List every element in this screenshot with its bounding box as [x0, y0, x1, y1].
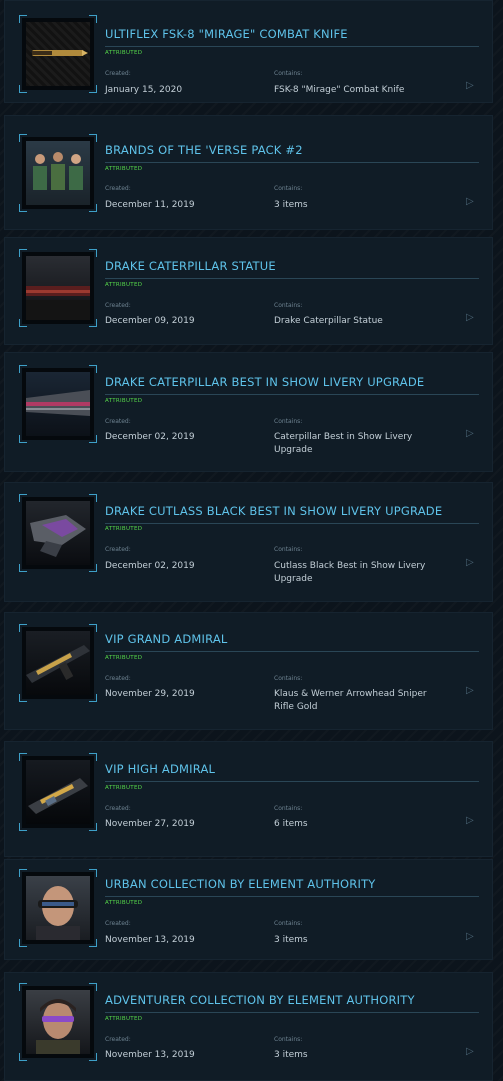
- item-thumbnail: [19, 365, 97, 443]
- expand-arrow-icon[interactable]: ▷: [466, 557, 474, 568]
- pledge-item[interactable]: ADVENTURER COLLECTION BY ELEMENT AUTHORI…: [4, 972, 493, 1081]
- created-label: Created:: [105, 675, 131, 682]
- ship-image: [30, 515, 86, 557]
- status-badge: ATTRIBUTED: [105, 50, 143, 56]
- expand-arrow-icon[interactable]: ▷: [466, 196, 474, 207]
- expand-arrow-icon[interactable]: ▷: [466, 312, 474, 323]
- item-thumbnail: [19, 134, 97, 212]
- created-label: Created:: [105, 546, 131, 553]
- item-title[interactable]: VIP HIGH ADMIRAL: [105, 762, 479, 782]
- created-label: Created:: [105, 805, 131, 812]
- expand-arrow-icon[interactable]: ▷: [466, 80, 474, 91]
- item-title[interactable]: BRANDS OF THE 'VERSE PACK #2: [105, 143, 479, 163]
- created-date: November 27, 2019: [105, 819, 195, 829]
- weapon-image: [28, 778, 88, 814]
- contains-label: Contains:: [274, 418, 303, 425]
- created-label: Created:: [105, 920, 131, 927]
- status-badge: ATTRIBUTED: [105, 785, 143, 791]
- statue-image: [26, 286, 90, 320]
- expand-arrow-icon[interactable]: ▷: [466, 428, 474, 439]
- knife-image: [32, 50, 88, 56]
- contains-value: 3 items: [274, 200, 308, 210]
- created-date: January 15, 2020: [105, 85, 183, 95]
- contains-label: Contains:: [274, 805, 303, 812]
- status-badge: ATTRIBUTED: [105, 655, 143, 661]
- status-badge: ATTRIBUTED: [105, 526, 143, 532]
- status-badge: ATTRIBUTED: [105, 398, 143, 404]
- pledge-item[interactable]: URBAN COLLECTION BY ELEMENT AUTHORITY AT…: [4, 859, 493, 960]
- status-badge: ATTRIBUTED: [105, 900, 143, 906]
- contains-label: Contains:: [274, 302, 303, 309]
- item-thumbnail: [19, 869, 97, 947]
- created-label: Created:: [105, 1036, 131, 1043]
- contains-label: Contains:: [274, 920, 303, 927]
- contains-value: 3 items: [274, 1050, 308, 1060]
- expand-arrow-icon[interactable]: ▷: [466, 815, 474, 826]
- ship-image: [26, 390, 90, 416]
- character-image: [36, 999, 80, 1054]
- contains-value: 6 items: [274, 819, 308, 829]
- contains-label: Contains:: [274, 1036, 303, 1043]
- item-title[interactable]: DRAKE CATERPILLAR STATUE: [105, 259, 479, 279]
- status-badge: ATTRIBUTED: [105, 282, 143, 288]
- created-date: December 02, 2019: [105, 561, 195, 571]
- item-title[interactable]: URBAN COLLECTION BY ELEMENT AUTHORITY: [105, 877, 479, 897]
- created-label: Created:: [105, 70, 131, 77]
- status-badge: ATTRIBUTED: [105, 166, 143, 172]
- created-date: December 11, 2019: [105, 200, 195, 210]
- contains-value: Cutlass Black Best in Show Livery Upgrad…: [274, 561, 426, 584]
- item-thumbnail: [19, 15, 97, 93]
- pledge-item[interactable]: DRAKE CATERPILLAR BEST IN SHOW LIVERY UP…: [4, 352, 493, 472]
- item-thumbnail: [19, 983, 97, 1061]
- item-title[interactable]: DRAKE CUTLASS BLACK BEST IN SHOW LIVERY …: [105, 504, 479, 524]
- contains-value: Drake Caterpillar Statue: [274, 316, 383, 326]
- item-thumbnail: [19, 494, 97, 572]
- created-label: Created:: [105, 418, 131, 425]
- expand-arrow-icon[interactable]: ▷: [466, 1046, 474, 1057]
- created-date: November 13, 2019: [105, 1050, 195, 1060]
- created-date: December 09, 2019: [105, 316, 195, 326]
- item-thumbnail: [19, 624, 97, 702]
- pledge-item[interactable]: BRANDS OF THE 'VERSE PACK #2 ATTRIBUTED …: [4, 115, 493, 230]
- pledge-item[interactable]: ULTIFLEX FSK-8 "MIRAGE" COMBAT KNIFE ATT…: [4, 0, 493, 103]
- item-title[interactable]: DRAKE CATERPILLAR BEST IN SHOW LIVERY UP…: [105, 375, 479, 395]
- item-thumbnail: [19, 249, 97, 327]
- contains-value: Caterpillar Best in Show Livery Upgrade: [274, 432, 413, 455]
- item-title[interactable]: VIP GRAND ADMIRAL: [105, 632, 479, 652]
- created-label: Created:: [105, 185, 131, 192]
- created-label: Created:: [105, 302, 131, 309]
- contains-value: 3 items: [274, 935, 308, 945]
- created-date: November 13, 2019: [105, 935, 195, 945]
- contains-value: Klaus & Werner Arrowhead Sniper Rifle Go…: [274, 689, 427, 712]
- contains-label: Contains:: [274, 185, 303, 192]
- contains-label: Contains:: [274, 546, 303, 553]
- expand-arrow-icon[interactable]: ▷: [466, 931, 474, 942]
- created-date: December 02, 2019: [105, 432, 195, 442]
- item-title[interactable]: ULTIFLEX FSK-8 "MIRAGE" COMBAT KNIFE: [105, 27, 479, 47]
- item-thumbnail: [19, 753, 97, 831]
- contains-label: Contains:: [274, 675, 303, 682]
- item-title[interactable]: ADVENTURER COLLECTION BY ELEMENT AUTHORI…: [105, 993, 479, 1013]
- people-image: [33, 152, 83, 190]
- character-image: [36, 886, 80, 940]
- created-date: November 29, 2019: [105, 689, 195, 699]
- pledge-item[interactable]: DRAKE CATERPILLAR STATUE ATTRIBUTED Crea…: [4, 237, 493, 345]
- expand-arrow-icon[interactable]: ▷: [466, 685, 474, 696]
- pledge-item[interactable]: VIP GRAND ADMIRAL ATTRIBUTED Created: Co…: [4, 612, 493, 730]
- status-badge: ATTRIBUTED: [105, 1016, 143, 1022]
- pledge-item[interactable]: VIP HIGH ADMIRAL ATTRIBUTED Created: Con…: [4, 741, 493, 857]
- pledge-item[interactable]: DRAKE CUTLASS BLACK BEST IN SHOW LIVERY …: [4, 482, 493, 602]
- rifle-image: [26, 645, 90, 683]
- contains-label: Contains:: [274, 70, 303, 77]
- contains-value: FSK-8 "Mirage" Combat Knife: [274, 85, 405, 95]
